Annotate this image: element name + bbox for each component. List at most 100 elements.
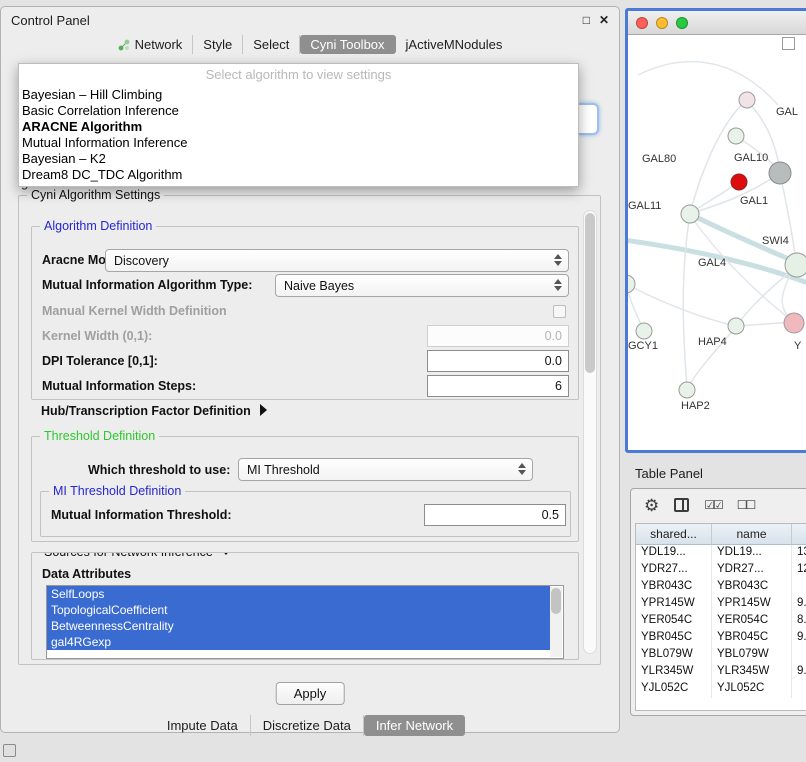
attribute-list-item[interactable]: BetweennessCentrality xyxy=(47,618,550,634)
network-node[interactable] xyxy=(628,275,635,293)
table-row[interactable]: YJL052CYJL052C xyxy=(636,681,806,698)
attribute-list-item[interactable]: TopologicalCoefficient xyxy=(47,602,550,618)
sources-group: Sources for Network Inference Data Attri… xyxy=(31,552,579,660)
network-node[interactable] xyxy=(785,253,806,277)
network-node[interactable] xyxy=(679,382,695,398)
table-row[interactable]: YPR145WYPR145W9. xyxy=(636,596,806,613)
table-cell: YLR345W xyxy=(712,664,792,681)
tab-cyni-toolbox[interactable]: Cyni Toolbox xyxy=(300,35,395,54)
column-header[interactable]: name xyxy=(712,524,792,544)
dropdown-item[interactable]: Mutual Information Inference xyxy=(19,135,578,151)
network-node[interactable] xyxy=(728,128,744,144)
mi-threshold-label: Mutual Information Threshold: xyxy=(51,508,232,522)
which-threshold-select[interactable]: MI Threshold xyxy=(238,458,533,481)
tab-jactivemnodules[interactable]: jActiveMNodules xyxy=(396,35,513,54)
settings-gear-icon[interactable]: ⚙ xyxy=(644,497,659,514)
table-row[interactable]: YBL079WYBL079W xyxy=(636,647,806,664)
network-edge[interactable] xyxy=(628,285,735,326)
manual-kernel-checkbox[interactable] xyxy=(553,305,566,318)
dropdown-item[interactable]: Bayesian – Hill Climbing xyxy=(19,87,578,103)
network-canvas[interactable]: GALGAL80GAL10GAL11GAL1SWI4GAL4GCY1HAP4YH… xyxy=(628,35,806,450)
bottom-tab-infer-network[interactable]: Infer Network xyxy=(364,715,465,736)
node-label: GCY1 xyxy=(628,340,658,352)
deselect-all-icon[interactable]: ☐☐ xyxy=(737,499,755,511)
network-node[interactable] xyxy=(769,162,791,184)
attribute-list-item[interactable]: SelfLoops xyxy=(47,586,550,602)
bottom-tab-impute-data[interactable]: Impute Data xyxy=(155,715,251,736)
minimized-panel-icon[interactable] xyxy=(3,744,16,757)
attribute-list-item[interactable]: gal4RGexp xyxy=(47,634,550,650)
table-cell: YLR345W xyxy=(636,664,712,681)
kernel-width-label: Kernel Width (0,1): xyxy=(42,329,152,343)
table-cell: YBR045C xyxy=(636,630,712,647)
table-cell: 12 xyxy=(792,562,806,579)
mi-type-select[interactable]: Naive Bayes xyxy=(275,274,569,297)
table-cell: 13 xyxy=(792,545,806,562)
bottom-tab-discretize-data[interactable]: Discretize Data xyxy=(251,715,364,736)
table-cell: YBR043C xyxy=(712,579,792,596)
table-row[interactable]: YBR045CYBR045C9. xyxy=(636,630,806,647)
table-row[interactable]: YBR043CYBR043C xyxy=(636,579,806,596)
control-panel-window: Control Panel □ ✕ NetworkStyleSelectCyni… xyxy=(0,6,620,733)
view-corner-box[interactable] xyxy=(782,37,795,50)
tab-label: Cyni Toolbox xyxy=(310,37,384,52)
network-window-titlebar[interactable] xyxy=(628,11,806,35)
tab-network[interactable]: Network xyxy=(108,35,194,54)
scrollbar-thumb[interactable] xyxy=(585,213,595,373)
table-row[interactable]: YDR27...YDR27...12 xyxy=(636,562,806,579)
hub-definition-toggle[interactable]: Hub/Transcription Factor Definition xyxy=(41,404,267,418)
node-label: HAP4 xyxy=(698,336,727,348)
dropdown-item[interactable]: ARACNE Algorithm xyxy=(19,119,578,135)
node-label: Y xyxy=(794,340,802,352)
chevron-updown-icon xyxy=(554,279,562,291)
table-row[interactable]: YLR345WYLR345W9. xyxy=(636,664,806,681)
table-body: YDL19...YDL19...13YDR27...YDR27...12YBR0… xyxy=(636,545,806,698)
dropdown-item[interactable]: Dream8 DC_TDC Algorithm xyxy=(19,167,578,183)
node-label: GAL10 xyxy=(734,152,768,164)
network-node[interactable] xyxy=(728,318,744,334)
node-label: GAL80 xyxy=(642,153,676,165)
sources-group-title[interactable]: Sources for Network Inference xyxy=(40,552,236,559)
network-node[interactable] xyxy=(636,323,652,339)
algorithm-combo-focus-ring[interactable] xyxy=(579,103,599,135)
close-icon[interactable]: ✕ xyxy=(599,13,609,27)
dropdown-item[interactable]: Basic Correlation Inference xyxy=(19,103,578,119)
table-row[interactable]: YDL19...YDL19...13 xyxy=(636,545,806,562)
algorithm-dropdown-list: Select algorithm to view settings Bayesi… xyxy=(18,63,579,187)
dpi-tolerance-field[interactable]: 0.0 xyxy=(427,350,569,372)
zoom-traffic-light[interactable] xyxy=(676,17,688,29)
mi-steps-field[interactable]: 6 xyxy=(427,375,569,397)
network-node[interactable] xyxy=(739,92,755,108)
algorithm-dropdown-placeholder: Select algorithm to view settings xyxy=(19,64,578,87)
table-row[interactable]: YER054CYER054C8. xyxy=(636,613,806,630)
column-header[interactable] xyxy=(792,524,806,544)
network-node[interactable] xyxy=(681,205,699,223)
table-panel-title: Table Panel xyxy=(635,466,703,481)
network-edge[interactable] xyxy=(638,62,778,105)
dropdown-item[interactable]: Bayesian – K2 xyxy=(19,151,578,167)
float-window-icon[interactable]: □ xyxy=(583,13,590,27)
apply-button[interactable]: Apply xyxy=(276,682,345,705)
list-scrollbar[interactable] xyxy=(550,587,562,657)
settings-scrollbar[interactable] xyxy=(583,210,597,654)
network-node[interactable] xyxy=(731,174,747,190)
kernel-width-field[interactable]: 0.0 xyxy=(427,325,569,347)
mi-threshold-field[interactable]: 0.5 xyxy=(424,504,566,526)
table-cell xyxy=(792,579,806,596)
select-all-icon[interactable]: ☑☑ xyxy=(704,499,722,511)
aracne-mode-select[interactable]: Discovery xyxy=(105,249,569,272)
column-header[interactable]: shared... xyxy=(636,524,712,544)
network-view-window: GALGAL80GAL10GAL11GAL1SWI4GAL4GCY1HAP4YH… xyxy=(625,8,806,453)
columns-icon[interactable] xyxy=(674,498,689,512)
close-traffic-light[interactable] xyxy=(636,17,648,29)
network-node[interactable] xyxy=(784,313,804,333)
table-cell: YBR045C xyxy=(712,630,792,647)
network-edge[interactable] xyxy=(780,173,796,263)
table-cell: YBL079W xyxy=(712,647,792,664)
tab-style[interactable]: Style xyxy=(193,35,243,54)
minimize-traffic-light[interactable] xyxy=(656,17,668,29)
table-cell: 8. xyxy=(792,613,806,630)
table-cell xyxy=(792,647,806,664)
tab-select[interactable]: Select xyxy=(243,35,300,54)
network-edge[interactable] xyxy=(683,215,690,388)
